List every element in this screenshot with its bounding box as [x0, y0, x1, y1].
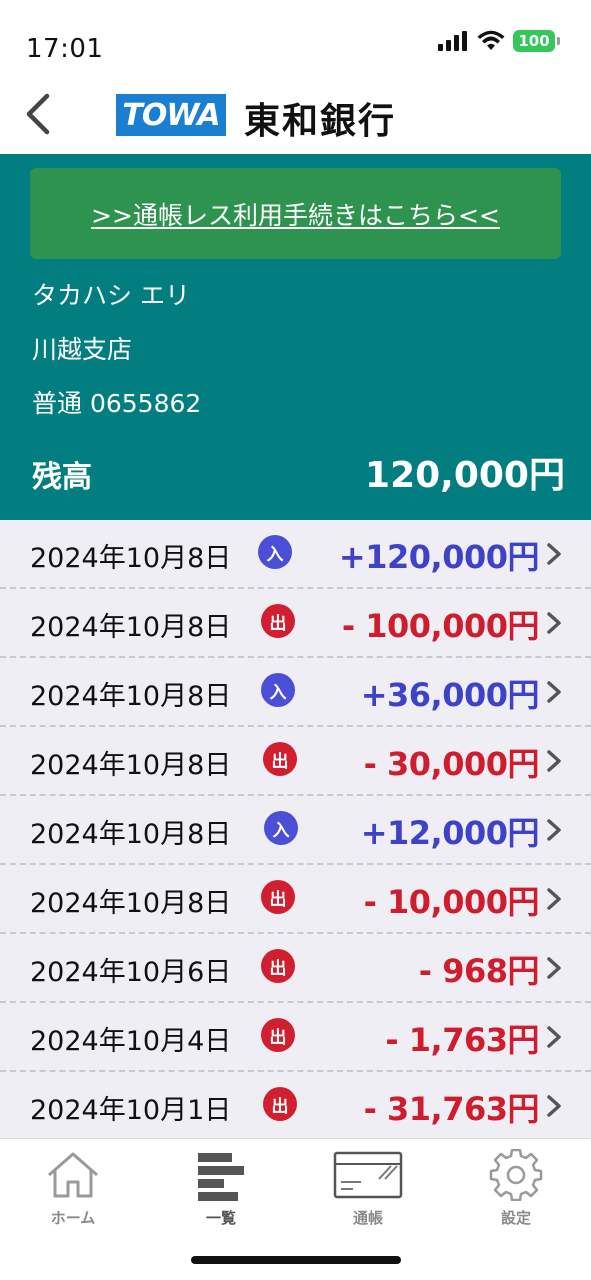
- wifi-icon: [477, 30, 505, 50]
- withdrawal-badge: 出: [263, 742, 297, 776]
- transaction-amount: - 100,000円: [341, 607, 540, 645]
- transaction-amount: +120,000円: [338, 538, 540, 576]
- chevron-right-icon: [547, 750, 561, 772]
- status-bar: 17:01 100: [0, 0, 591, 80]
- tab-passbook[interactable]: 通帳: [308, 1149, 428, 1229]
- gear-icon: [489, 1149, 543, 1201]
- tab-label: 通帳: [352, 1209, 383, 1227]
- transaction-row[interactable]: 2024年10月8日 出 - 10,000円: [0, 865, 591, 934]
- transaction-row[interactable]: 2024年10月8日 入 +12,000円: [0, 796, 591, 865]
- tab-settings[interactable]: 設定: [456, 1149, 576, 1229]
- withdrawal-badge: 出: [261, 604, 295, 638]
- deposit-badge: 入: [264, 811, 298, 845]
- app-header: TOWA 東和銀行: [0, 80, 591, 154]
- transaction-row[interactable]: 2024年10月8日 入 +36,000円: [0, 658, 591, 727]
- signal-icon: [438, 31, 467, 51]
- chevron-right-icon: [547, 543, 561, 565]
- deposit-badge: 入: [258, 535, 292, 569]
- transaction-date: 2024年10月8日: [30, 681, 232, 712]
- transaction-row[interactable]: 2024年10月8日 入 +120,000円: [0, 520, 591, 589]
- transaction-amount: - 10,000円: [363, 883, 540, 921]
- home-indicator: [191, 1256, 401, 1264]
- chevron-right-icon: [547, 612, 561, 634]
- account-holder-name: タカハシ エリ: [32, 281, 190, 310]
- transaction-amount: - 31,763円: [363, 1090, 540, 1128]
- chevron-right-icon: [547, 819, 561, 841]
- transaction-row[interactable]: 2024年10月8日 出 - 100,000円: [0, 589, 591, 658]
- transaction-amount: +12,000円: [360, 814, 540, 852]
- tab-label: ホーム: [50, 1209, 96, 1227]
- tab-label: 一覧: [205, 1209, 236, 1227]
- bank-name: 東和銀行: [244, 101, 397, 142]
- list-icon: [198, 1153, 244, 1201]
- chevron-right-icon: [547, 1026, 561, 1048]
- transaction-date: 2024年10月8日: [30, 750, 232, 781]
- status-icons: 100: [437, 28, 560, 54]
- transaction-date: 2024年10月8日: [30, 888, 232, 919]
- transaction-list: 2024年10月8日 入 +120,000円 2024年10月8日 出 - 10…: [0, 520, 591, 1138]
- bank-logo: TOWA: [116, 94, 226, 136]
- withdrawal-badge: 出: [261, 1018, 295, 1052]
- account-number: 普通 0655862: [32, 389, 202, 418]
- chevron-right-icon: [547, 888, 561, 910]
- passbook-icon: [333, 1151, 403, 1199]
- transaction-amount: - 968円: [418, 952, 540, 990]
- chevron-right-icon: [547, 681, 561, 703]
- transaction-row[interactable]: 2024年10月6日 出 - 968円: [0, 934, 591, 1003]
- account-branch: 川越支店: [32, 335, 133, 364]
- tab-label: 設定: [500, 1209, 531, 1227]
- transaction-date: 2024年10月8日: [30, 819, 232, 850]
- passbookless-link-button[interactable]: >>通帳レス利用手続きはこちら<<: [30, 168, 561, 259]
- transaction-amount: - 30,000円: [363, 745, 540, 783]
- transaction-row[interactable]: 2024年10月4日 出 - 1,763円: [0, 1003, 591, 1072]
- transaction-date: 2024年10月6日: [30, 957, 232, 988]
- tab-home[interactable]: ホーム: [13, 1149, 133, 1229]
- transaction-row[interactable]: 2024年10月8日 出 - 30,000円: [0, 727, 591, 796]
- logo-text: TOWA: [122, 97, 220, 133]
- balance-label: 残高: [32, 460, 92, 495]
- transaction-amount: - 1,763円: [385, 1021, 539, 1059]
- transaction-date: 2024年10月8日: [30, 543, 232, 574]
- status-time: 17:01: [26, 34, 104, 64]
- transaction-amount: +36,000円: [360, 676, 540, 714]
- withdrawal-badge: 出: [261, 880, 295, 914]
- transaction-date: 2024年10月4日: [30, 1026, 232, 1057]
- withdrawal-badge: 出: [261, 949, 295, 983]
- tab-list[interactable]: 一覧: [161, 1149, 281, 1229]
- transaction-row[interactable]: 2024年10月1日 出 - 31,763円: [0, 1072, 591, 1138]
- deposit-badge: 入: [261, 673, 295, 707]
- chevron-left-icon[interactable]: [20, 92, 56, 136]
- withdrawal-badge: 出: [263, 1087, 297, 1121]
- account-panel: >>通帳レス利用手続きはこちら<< タカハシ エリ 川越支店 普通 065586…: [0, 154, 591, 520]
- transaction-date: 2024年10月1日: [30, 1095, 232, 1126]
- chevron-right-icon: [547, 957, 561, 979]
- transaction-date: 2024年10月8日: [30, 612, 232, 643]
- home-icon: [48, 1152, 98, 1198]
- battery-icon: 100: [513, 30, 560, 52]
- chevron-right-icon: [547, 1095, 561, 1117]
- balance-amount: 120,000円: [365, 455, 565, 496]
